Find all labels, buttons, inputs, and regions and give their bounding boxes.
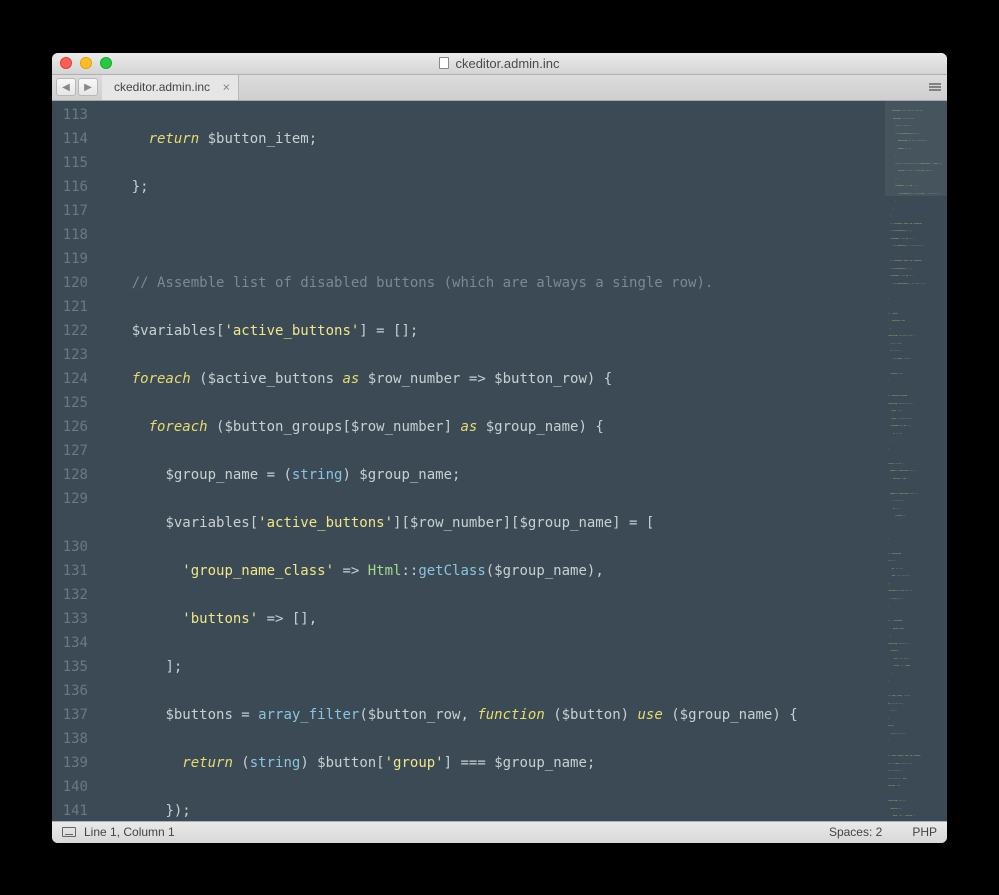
lineno[interactable] xyxy=(52,511,88,535)
lineno[interactable]: 138 xyxy=(52,727,88,751)
code-line[interactable]: }); xyxy=(98,799,885,821)
window-title-text: ckeditor.admin.inc xyxy=(455,56,559,71)
tab-overflow-button[interactable] xyxy=(923,75,947,100)
tab-active[interactable]: ckeditor.admin.inc × xyxy=(102,75,239,100)
lineno[interactable]: 125 xyxy=(52,391,88,415)
code-line[interactable]: 'group_name_class' => Html::getClass($gr… xyxy=(98,559,885,583)
lineno[interactable]: 119 xyxy=(52,247,88,271)
panel-icon[interactable] xyxy=(62,827,76,837)
line-number-gutter[interactable]: 113 114 115 116 117 118 119 120 121 122 … xyxy=(52,101,98,821)
lineno[interactable]: 128 xyxy=(52,463,88,487)
code-line[interactable]: 'buttons' => [], xyxy=(98,607,885,631)
editor-window: ckeditor.admin.inc ◀ ▶ ckeditor.admin.in… xyxy=(52,53,947,843)
lineno[interactable]: 126 xyxy=(52,415,88,439)
status-syntax[interactable]: PHP xyxy=(912,825,937,839)
minimap-viewport[interactable] xyxy=(885,101,947,196)
editor-area[interactable]: 113 114 115 116 117 118 119 120 121 122 … xyxy=(52,101,947,821)
lineno[interactable]: 122 xyxy=(52,319,88,343)
lineno[interactable]: 131 xyxy=(52,559,88,583)
code-line[interactable]: foreach ($active_buttons as $row_number … xyxy=(98,367,885,391)
status-bar: Line 1, Column 1 Spaces: 2 PHP xyxy=(52,821,947,843)
lineno[interactable]: 132 xyxy=(52,583,88,607)
lineno[interactable]: 118 xyxy=(52,223,88,247)
lineno[interactable]: 114 xyxy=(52,127,88,151)
code-line[interactable]: ]; xyxy=(98,655,885,679)
tab-filler[interactable] xyxy=(239,75,923,100)
code-line[interactable] xyxy=(98,223,885,247)
lineno[interactable]: 120 xyxy=(52,271,88,295)
code-line[interactable]: $group_name = (string) $group_name; xyxy=(98,463,885,487)
lineno[interactable]: 129 xyxy=(52,487,88,511)
lineno[interactable]: 137 xyxy=(52,703,88,727)
nav-forward-button[interactable]: ▶ xyxy=(78,78,98,96)
lineno[interactable]: 117 xyxy=(52,199,88,223)
code-line[interactable]: return $button_item; xyxy=(98,127,885,151)
lineno[interactable]: 135 xyxy=(52,655,88,679)
code-line[interactable]: $variables['active_buttons'][$row_number… xyxy=(98,511,885,535)
close-icon[interactable] xyxy=(60,57,72,69)
tab-close-icon[interactable]: × xyxy=(222,80,230,95)
code-line[interactable]: foreach ($button_groups[$row_number] as … xyxy=(98,415,885,439)
lineno[interactable]: 116 xyxy=(52,175,88,199)
lineno[interactable]: 123 xyxy=(52,343,88,367)
nav-back-button[interactable]: ◀ xyxy=(56,78,76,96)
lineno[interactable]: 139 xyxy=(52,751,88,775)
document-icon xyxy=(439,57,449,69)
code-line[interactable]: $variables['active_buttons'] = []; xyxy=(98,319,885,343)
nav-buttons: ◀ ▶ xyxy=(52,75,102,100)
code-line[interactable]: // Assemble list of disabled buttons (wh… xyxy=(98,271,885,295)
minimap[interactable]: foreach xxxx xxx xx xxxxxx foreach xxx x… xyxy=(885,101,947,821)
code-line[interactable]: }; xyxy=(98,175,885,199)
lineno[interactable]: 115 xyxy=(52,151,88,175)
lineno[interactable]: 121 xyxy=(52,295,88,319)
lineno[interactable]: 134 xyxy=(52,631,88,655)
lineno[interactable]: 127 xyxy=(52,439,88,463)
code-content[interactable]: return $button_item; }; // Assemble list… xyxy=(98,101,885,821)
status-indent[interactable]: Spaces: 2 xyxy=(829,825,882,839)
tab-bar: ◀ ▶ ckeditor.admin.inc × xyxy=(52,75,947,101)
minimize-icon[interactable] xyxy=(80,57,92,69)
lineno[interactable]: 124 xyxy=(52,367,88,391)
tab-label: ckeditor.admin.inc xyxy=(114,80,210,94)
lineno[interactable]: 130 xyxy=(52,535,88,559)
titlebar[interactable]: ckeditor.admin.inc xyxy=(52,53,947,75)
lineno[interactable]: 133 xyxy=(52,607,88,631)
code-line[interactable]: return (string) $button['group'] === $gr… xyxy=(98,751,885,775)
window-title: ckeditor.admin.inc xyxy=(52,56,947,71)
lineno[interactable]: 113 xyxy=(52,103,88,127)
lineno[interactable]: 141 xyxy=(52,799,88,821)
zoom-icon[interactable] xyxy=(100,57,112,69)
code-line[interactable]: $buttons = array_filter($button_row, fun… xyxy=(98,703,885,727)
traffic-lights xyxy=(52,57,112,69)
lineno[interactable]: 136 xyxy=(52,679,88,703)
status-position[interactable]: Line 1, Column 1 xyxy=(84,825,175,839)
lineno[interactable]: 140 xyxy=(52,775,88,799)
